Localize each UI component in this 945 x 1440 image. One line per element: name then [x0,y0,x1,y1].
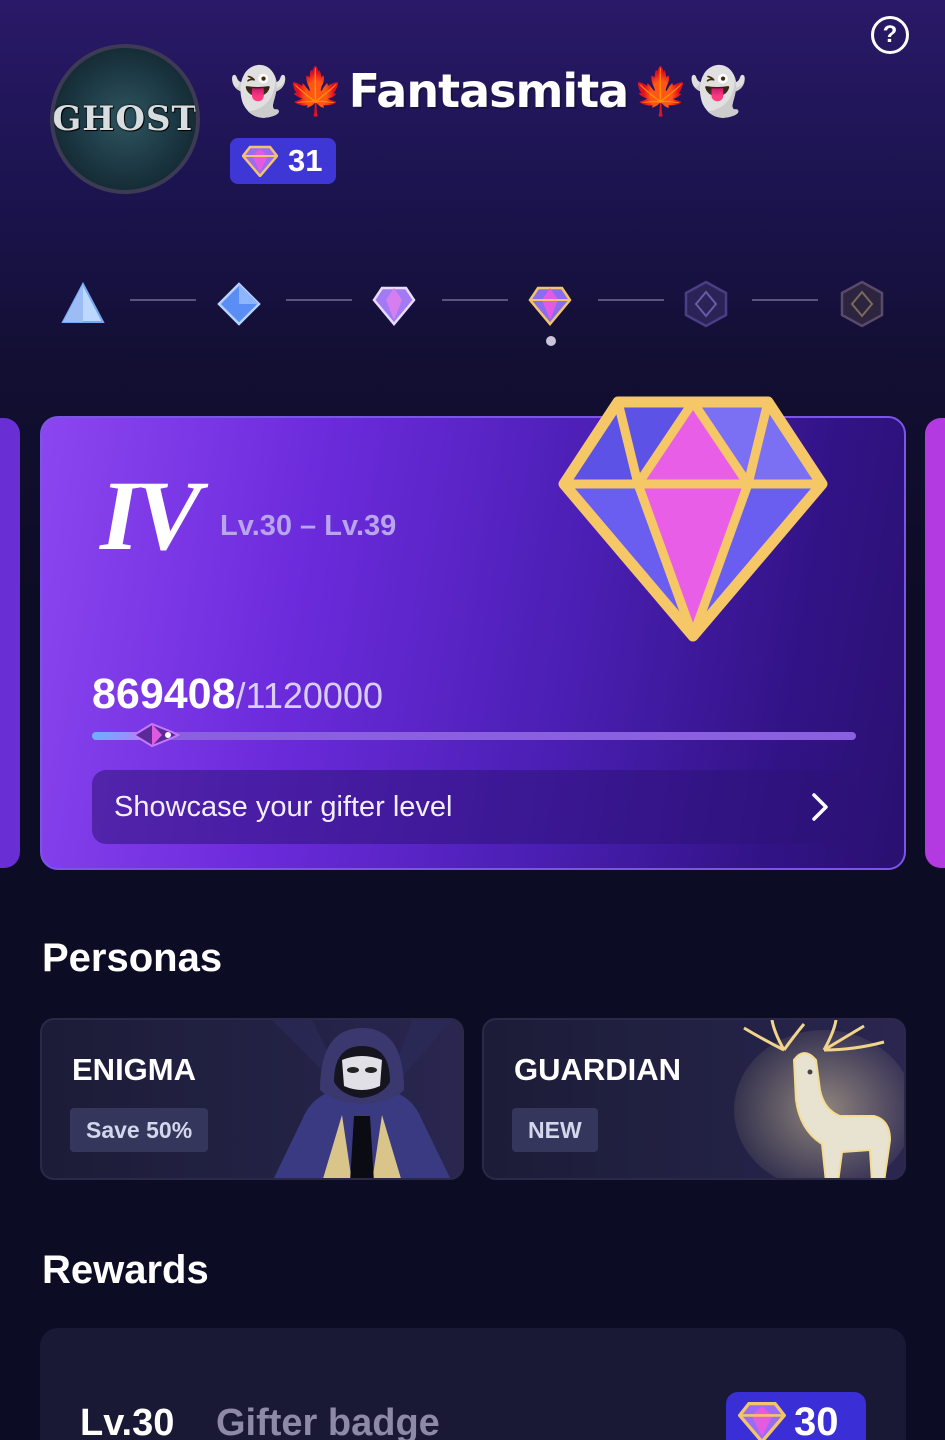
tier-4-icon[interactable] [526,280,574,328]
persona-tag: NEW [512,1108,598,1152]
username-row: 👻🍁 Fantasmita 🍁👻 [230,60,747,122]
help-icon[interactable]: ? [871,16,909,54]
tier-3-icon[interactable] [370,280,418,328]
tier-connector [286,299,352,301]
tier-connector [442,299,508,301]
persona-name: ENIGMA [72,1052,196,1087]
level-number: 31 [288,143,323,178]
next-tier-card[interactable] [925,418,945,868]
progress-bar [92,722,856,748]
level-badge: 31 [230,138,336,184]
avatar[interactable]: GHOST [50,44,200,194]
previous-tier-card[interactable] [0,418,20,868]
tier-connector [752,299,818,301]
persona-tag: Save 50% [70,1108,209,1152]
current-points: 869408 [92,670,236,718]
reward-item[interactable]: Lv.30 Gifter badge 30 [40,1328,906,1440]
level-range: Lv.30 – Lv.39 [220,510,397,542]
diamond-icon [738,1401,786,1440]
persona-card-guardian[interactable]: GUARDIAN NEW [482,1018,906,1180]
enigma-figure-image [272,1020,452,1178]
showcase-gifter-level-button[interactable]: Showcase your gifter level [92,770,856,844]
diamond-icon [242,145,278,177]
tier-track [0,270,945,350]
reward-level-badge: 30 [726,1392,866,1440]
tier-5-icon[interactable] [682,280,730,328]
current-tier-indicator [546,336,556,346]
persona-name: GUARDIAN [514,1052,682,1087]
tier-connector [598,299,664,301]
personas-title: Personas [42,936,223,980]
name-prefix-emoji: 👻🍁 [230,65,345,117]
avatar-text: GHOST [52,99,198,139]
showcase-label: Showcase your gifter level [114,790,453,823]
tier-6-icon[interactable] [838,280,886,328]
total-points: /1120000 [235,675,383,716]
name-suffix-emoji: 🍁👻 [632,65,747,117]
rewards-title: Rewards [42,1248,209,1292]
reward-level: Lv.30 [80,1402,175,1440]
rocket-icon [132,722,180,748]
tier-2-icon[interactable] [215,280,263,328]
stag-image [734,1020,904,1178]
level-card: IV Lv.30 – Lv.39 869408/1120000 Showcase [40,396,906,870]
tier-diamond-icon [558,396,828,642]
tier-1-icon[interactable] [59,280,107,328]
points-readout: 869408/1120000 [92,670,383,719]
username: Fantasmita [348,64,630,118]
chevron-right-icon [812,793,828,821]
reward-name: Gifter badge [216,1402,440,1440]
tier-connector [130,299,196,301]
reward-badge-number: 30 [794,1399,839,1440]
tier-numeral: IV [100,460,202,571]
persona-card-enigma[interactable]: ENIGMA Save 50% [40,1018,464,1180]
gifter-level-screen: ? GHOST 👻🍁 Fantasmita 🍁👻 31 IV Lv.30 – L… [0,0,945,1440]
